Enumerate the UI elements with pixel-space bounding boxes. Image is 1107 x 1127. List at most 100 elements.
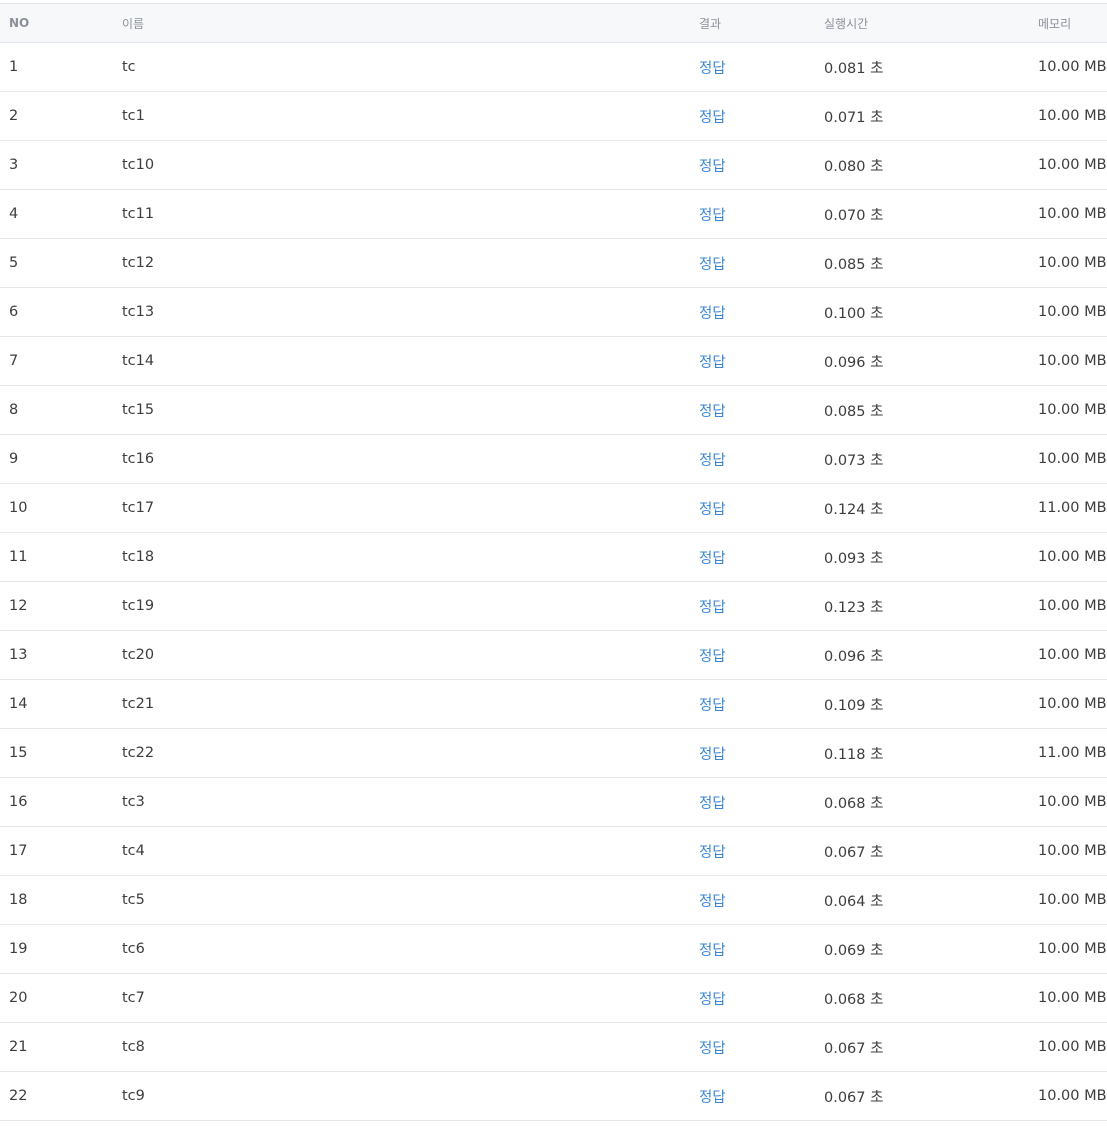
table-row: 21 tc8 정답 0.067 초 10.00 MB <box>0 1022 1107 1072</box>
result-link[interactable]: 정답 <box>699 1090 726 1106</box>
result-link[interactable]: 정답 <box>699 208 726 224</box>
row-name-cell: tc1 <box>122 91 699 141</box>
row-name-cell: tc11 <box>122 189 699 239</box>
row-time-cell: 0.067 초 <box>824 1022 1038 1072</box>
result-link[interactable]: 정답 <box>699 306 726 322</box>
row-result-cell: 정답 <box>699 532 824 582</box>
row-name-cell: tc13 <box>122 287 699 337</box>
table-row: 19 tc6 정답 0.069 초 10.00 MB <box>0 924 1107 974</box>
row-result-cell: 정답 <box>699 238 824 288</box>
row-memory-cell: 10.00 MB <box>1038 826 1107 876</box>
row-no-cell: 19 <box>0 924 122 974</box>
result-link[interactable]: 정답 <box>699 943 726 959</box>
table-header-row: NO 이름 결과 실행시간 메모리 <box>0 3 1107 43</box>
result-link[interactable]: 정답 <box>699 61 726 77</box>
header-result: 결과 <box>699 3 824 43</box>
row-name-cell: tc21 <box>122 679 699 729</box>
table-row: 20 tc7 정답 0.068 초 10.00 MB <box>0 973 1107 1023</box>
result-link[interactable]: 정답 <box>699 551 726 567</box>
row-memory-cell: 10.00 MB <box>1038 532 1107 582</box>
row-no-cell: 18 <box>0 875 122 925</box>
row-time-cell: 0.068 초 <box>824 777 1038 827</box>
result-link[interactable]: 정답 <box>699 649 726 665</box>
table-body: 1 tc 정답 0.081 초 10.00 MB 2 tc1 정답 0.071 초 10.00 M… <box>0 42 1107 1121</box>
row-no-cell: 12 <box>0 581 122 631</box>
row-no-cell: 10 <box>0 483 122 533</box>
result-link[interactable]: 정답 <box>699 698 726 714</box>
test-results-table: NO 이름 결과 실행시간 메모리 1 tc 정답 0.081 초 10.00 MB 2 t… <box>0 3 1107 1121</box>
row-no-cell: 13 <box>0 630 122 680</box>
header-time: 실행시간 <box>824 3 1038 43</box>
row-time-cell: 0.100 초 <box>824 287 1038 337</box>
row-name-cell: tc16 <box>122 434 699 484</box>
result-link[interactable]: 정답 <box>699 747 726 763</box>
table-row: 12 tc19 정답 0.123 초 10.00 MB <box>0 581 1107 631</box>
row-no-cell: 3 <box>0 140 122 190</box>
row-memory-cell: 10.00 MB <box>1038 581 1107 631</box>
row-result-cell: 정답 <box>699 777 824 827</box>
row-memory-cell: 10.00 MB <box>1038 42 1107 92</box>
result-link[interactable]: 정답 <box>699 355 726 371</box>
row-memory-cell: 10.00 MB <box>1038 924 1107 974</box>
row-no-cell: 4 <box>0 189 122 239</box>
row-name-cell: tc18 <box>122 532 699 582</box>
row-no-cell: 17 <box>0 826 122 876</box>
row-result-cell: 정답 <box>699 924 824 974</box>
row-result-cell: 정답 <box>699 581 824 631</box>
row-time-cell: 0.069 초 <box>824 924 1038 974</box>
row-time-cell: 0.070 초 <box>824 189 1038 239</box>
table-row: 17 tc4 정답 0.067 초 10.00 MB <box>0 826 1107 876</box>
row-result-cell: 정답 <box>699 1022 824 1072</box>
row-time-cell: 0.068 초 <box>824 973 1038 1023</box>
table-row: 6 tc13 정답 0.100 초 10.00 MB <box>0 287 1107 337</box>
row-memory-cell: 10.00 MB <box>1038 140 1107 190</box>
result-link[interactable]: 정답 <box>699 796 726 812</box>
header-memory: 메모리 <box>1038 3 1107 43</box>
row-no-cell: 5 <box>0 238 122 288</box>
row-time-cell: 0.067 초 <box>824 826 1038 876</box>
row-result-cell: 정답 <box>699 875 824 925</box>
row-no-cell: 11 <box>0 532 122 582</box>
result-link[interactable]: 정답 <box>699 1041 726 1057</box>
result-link[interactable]: 정답 <box>699 257 726 273</box>
row-memory-cell: 10.00 MB <box>1038 777 1107 827</box>
row-time-cell: 0.085 초 <box>824 238 1038 288</box>
row-time-cell: 0.123 초 <box>824 581 1038 631</box>
result-link[interactable]: 정답 <box>699 502 726 518</box>
row-result-cell: 정답 <box>699 728 824 778</box>
row-time-cell: 0.064 초 <box>824 875 1038 925</box>
row-time-cell: 0.118 초 <box>824 728 1038 778</box>
row-result-cell: 정답 <box>699 679 824 729</box>
row-name-cell: tc6 <box>122 924 699 974</box>
table-row: 10 tc17 정답 0.124 초 11.00 MB <box>0 483 1107 533</box>
row-time-cell: 0.093 초 <box>824 532 1038 582</box>
row-name-cell: tc10 <box>122 140 699 190</box>
row-no-cell: 14 <box>0 679 122 729</box>
result-link[interactable]: 정답 <box>699 159 726 175</box>
result-link[interactable]: 정답 <box>699 453 726 469</box>
table-row: 15 tc22 정답 0.118 초 11.00 MB <box>0 728 1107 778</box>
table-row: 2 tc1 정답 0.071 초 10.00 MB <box>0 91 1107 141</box>
table-row: 1 tc 정답 0.081 초 10.00 MB <box>0 42 1107 92</box>
row-time-cell: 0.080 초 <box>824 140 1038 190</box>
row-memory-cell: 10.00 MB <box>1038 189 1107 239</box>
row-result-cell: 정답 <box>699 826 824 876</box>
result-link[interactable]: 정답 <box>699 845 726 861</box>
table-row: 13 tc20 정답 0.096 초 10.00 MB <box>0 630 1107 680</box>
row-no-cell: 6 <box>0 287 122 337</box>
table-row: 4 tc11 정답 0.070 초 10.00 MB <box>0 189 1107 239</box>
result-link[interactable]: 정답 <box>699 992 726 1008</box>
result-link[interactable]: 정답 <box>699 110 726 126</box>
row-result-cell: 정답 <box>699 483 824 533</box>
row-name-cell: tc12 <box>122 238 699 288</box>
row-no-cell: 1 <box>0 42 122 92</box>
row-result-cell: 정답 <box>699 385 824 435</box>
row-time-cell: 0.071 초 <box>824 91 1038 141</box>
row-memory-cell: 11.00 MB <box>1038 483 1107 533</box>
result-link[interactable]: 정답 <box>699 600 726 616</box>
row-memory-cell: 10.00 MB <box>1038 385 1107 435</box>
result-link[interactable]: 정답 <box>699 894 726 910</box>
row-memory-cell: 10.00 MB <box>1038 973 1107 1023</box>
row-result-cell: 정답 <box>699 42 824 92</box>
result-link[interactable]: 정답 <box>699 404 726 420</box>
